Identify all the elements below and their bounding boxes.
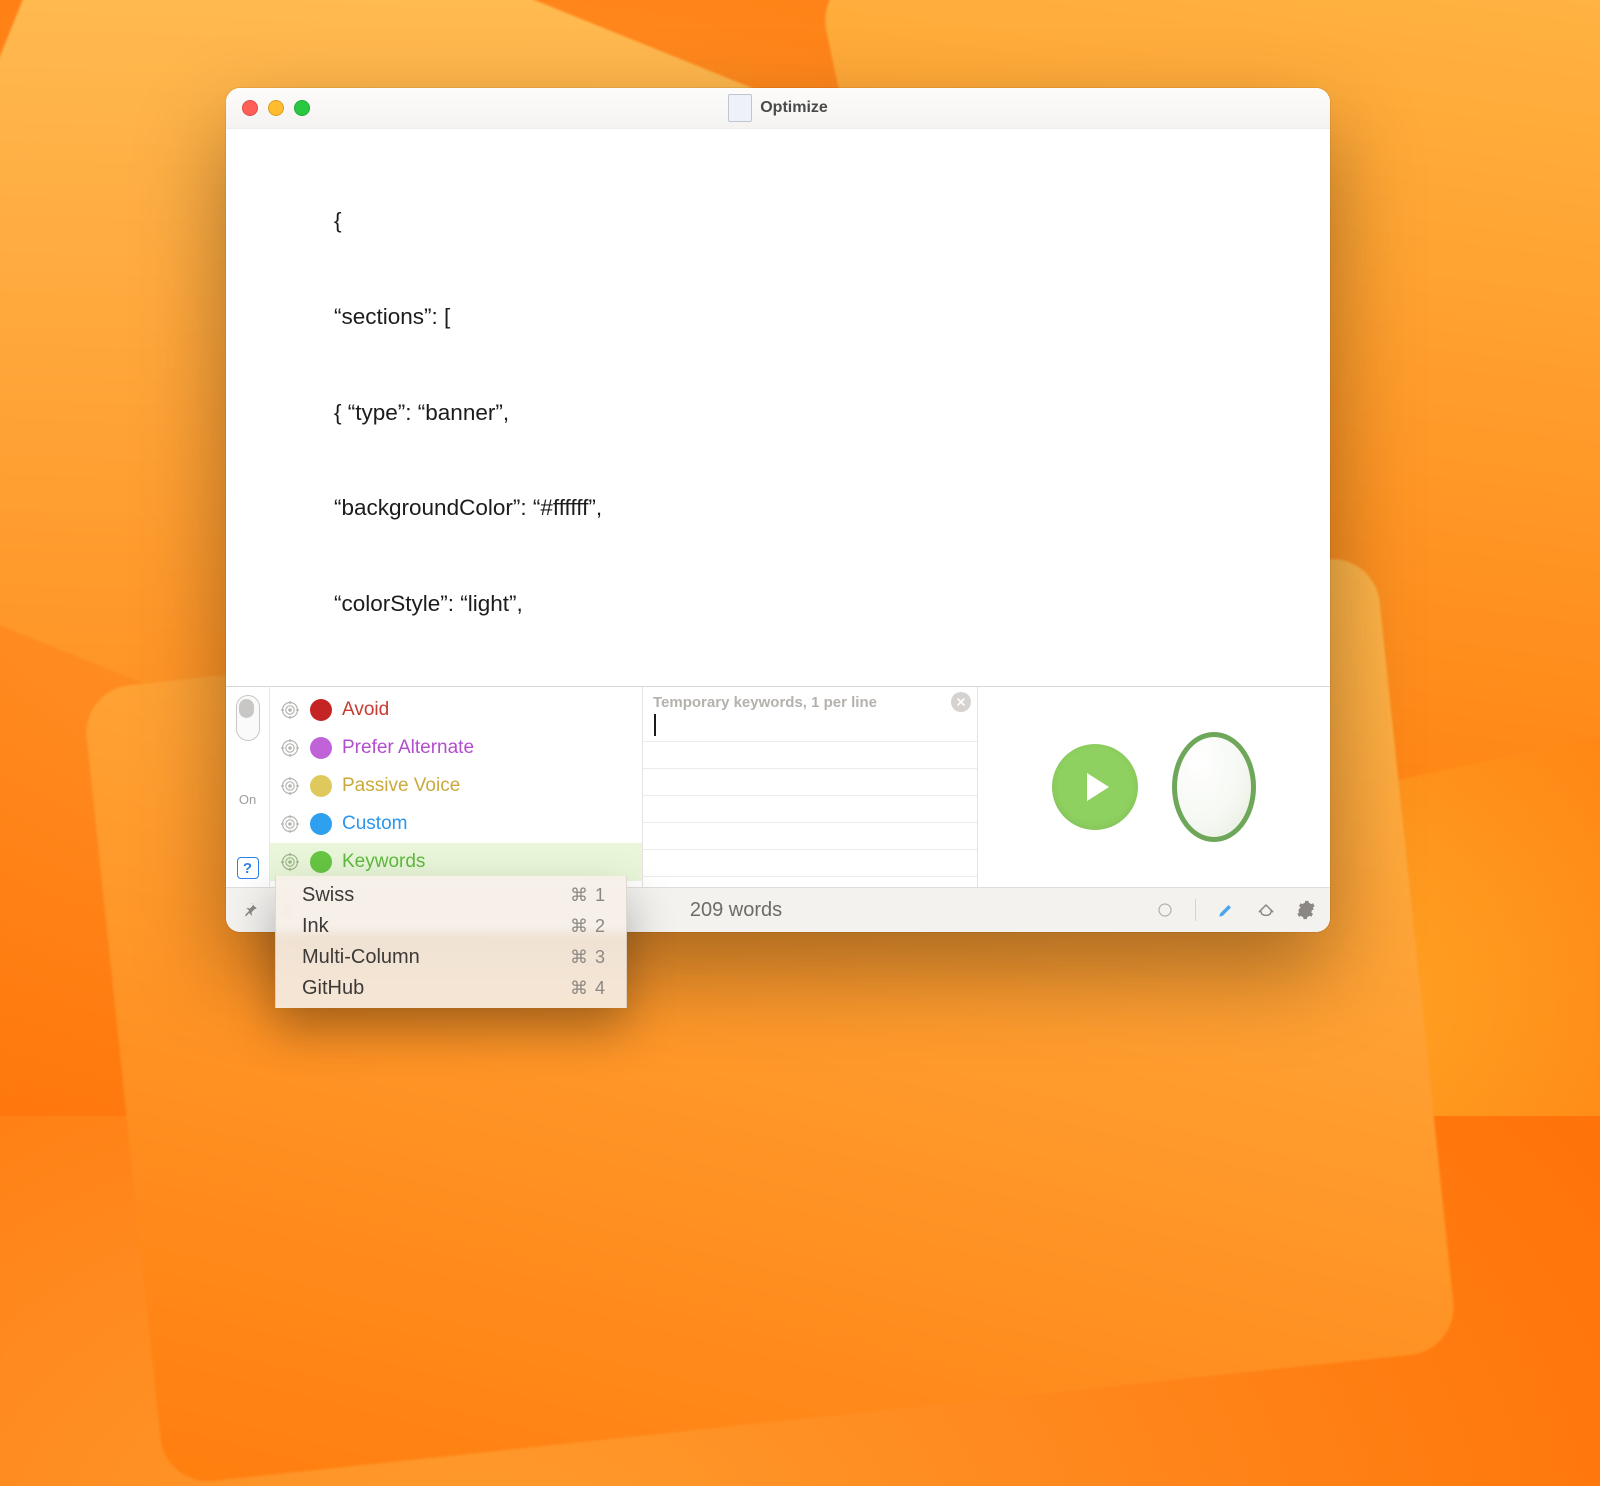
theme-menu[interactable]: Swiss ⌘ 1 Ink ⌘ 2 Multi-Column ⌘ 3 GitHu… (275, 876, 627, 1008)
help-icon[interactable]: ? (237, 857, 259, 879)
editor-line: { “type”: “banner”, (334, 397, 1310, 429)
menu-label: Ink (302, 915, 329, 938)
menu-item-multi-column[interactable]: Multi-Column ⌘ 3 (276, 942, 626, 973)
target-icon (280, 738, 300, 758)
run-analysis-button[interactable] (1052, 744, 1138, 830)
clear-keywords-icon[interactable] (951, 692, 971, 712)
minimize-window-button[interactable] (268, 100, 284, 116)
word-count: 209 words (690, 899, 782, 921)
text-caret (654, 714, 656, 736)
menu-label: Multi-Column (302, 946, 420, 969)
rules-list: Avoid Prefer Alternate (270, 687, 642, 887)
rule-label: Avoid (342, 699, 389, 721)
target-icon (280, 776, 300, 796)
highlighter-icon[interactable] (1216, 900, 1236, 920)
menu-shortcut: ⌘ 1 (570, 885, 606, 906)
text-editor[interactable]: { “sections”: [ { “type”: “banner”, “bac… (226, 129, 1330, 686)
menu-item-swiss[interactable]: Swiss ⌘ 1 (276, 880, 626, 911)
menu-label: Swiss (302, 884, 354, 907)
color-dot (310, 813, 332, 835)
share-icon[interactable] (1256, 900, 1276, 920)
separator (1195, 899, 1196, 921)
menu-item-ink[interactable]: Ink ⌘ 2 (276, 911, 626, 942)
window-title: Optimize (760, 99, 828, 117)
editor-line: { (334, 205, 1310, 237)
menu-shortcut: ⌘ 4 (570, 978, 606, 999)
inspector-toggle-column: On ? (226, 687, 270, 887)
keywords-textarea[interactable] (643, 715, 977, 887)
toggle-label: On (239, 792, 256, 807)
editor-line: “colorStyle”: “light”, (334, 588, 1310, 620)
zoom-window-button[interactable] (294, 100, 310, 116)
rule-custom[interactable]: Custom (270, 805, 642, 843)
analysis-pane (978, 687, 1330, 887)
score-indicator (1172, 732, 1256, 842)
target-icon (280, 700, 300, 720)
gear-icon[interactable] (1296, 900, 1316, 920)
editor-line: “sections”: [ (334, 301, 1310, 333)
menu-shortcut: ⌘ 3 (570, 947, 606, 968)
app-window: Optimize { “sections”: [ { “type”: “bann… (226, 88, 1330, 932)
menu-shortcut: ⌘ 2 (570, 916, 606, 937)
rule-label: Keywords (342, 851, 425, 873)
rule-passive-voice[interactable]: Passive Voice (270, 767, 642, 805)
traffic-lights (242, 100, 310, 116)
color-dot (310, 699, 332, 721)
pin-icon[interactable] (240, 900, 260, 920)
rule-label: Passive Voice (342, 775, 460, 797)
rule-prefer-alternate[interactable]: Prefer Alternate (270, 729, 642, 767)
color-dot (310, 851, 332, 873)
keywords-placeholder: Temporary keywords, 1 per line (653, 694, 877, 711)
rule-label: Custom (342, 813, 407, 835)
editor-line: “backgroundColor”: “#ffffff”, (334, 492, 1310, 524)
target-icon (280, 814, 300, 834)
close-window-button[interactable] (242, 100, 258, 116)
rule-avoid[interactable]: Avoid (270, 691, 642, 729)
rule-label: Prefer Alternate (342, 737, 474, 759)
titlebar[interactable]: Optimize (226, 88, 1330, 129)
color-dot (310, 737, 332, 759)
inspector-toggle[interactable] (236, 695, 260, 741)
menu-label: GitHub (302, 977, 364, 1000)
keywords-input-pane[interactable]: Temporary keywords, 1 per line (642, 687, 978, 887)
color-dot (310, 775, 332, 797)
inspector-panel: On ? Avoid (226, 686, 1330, 887)
document-icon (728, 94, 752, 122)
menu-item-github[interactable]: GitHub ⌘ 4 (276, 973, 626, 1004)
target-icon (280, 852, 300, 872)
circle-icon[interactable] (1155, 900, 1175, 920)
